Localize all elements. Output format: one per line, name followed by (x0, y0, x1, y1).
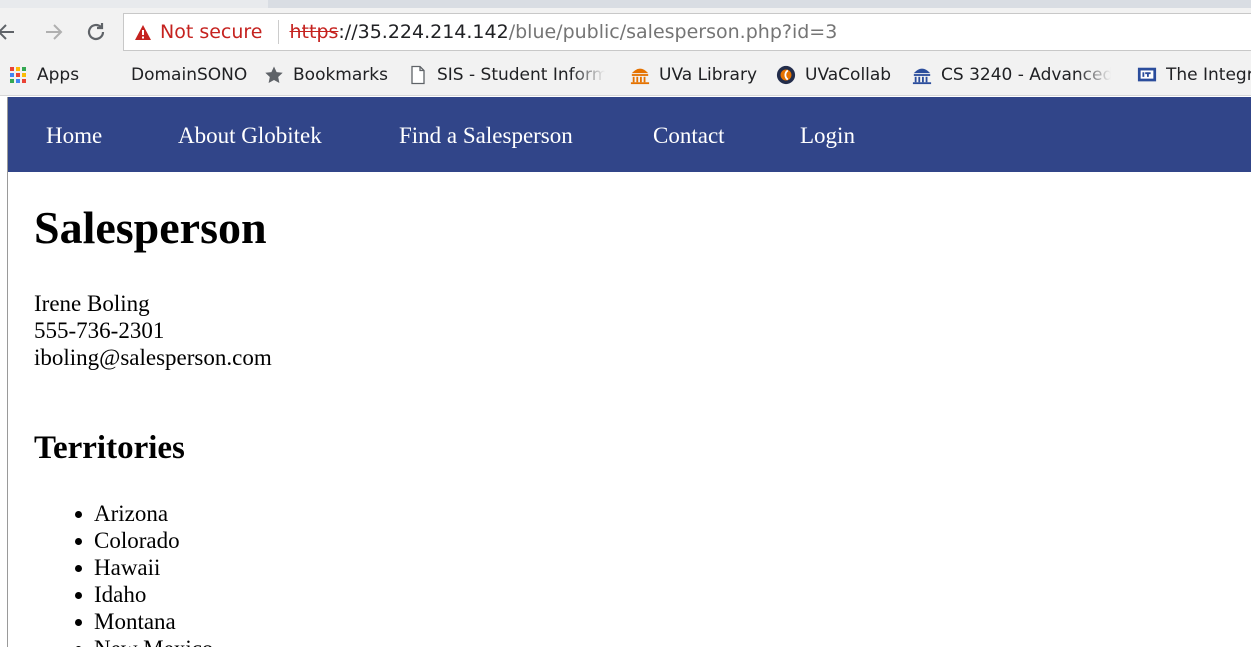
territories-heading: Territories (34, 430, 185, 466)
bookmark-label: DomainSONO (131, 65, 248, 85)
forward-arrow-icon (46, 24, 63, 40)
url-scheme: https (289, 21, 339, 43)
bookmark-label: Bookmarks (293, 65, 388, 85)
apps-grid-icon (10, 67, 26, 83)
bookmarks-bar: Apps DomainSONO Bookmarks SIS - Student … (0, 56, 1251, 96)
its-icon (1137, 67, 1157, 82)
bookmark-label: Apps (37, 65, 80, 85)
bookmark-label: CS 3240 - Advanced S (941, 65, 1111, 85)
salesperson-name: Irene Boling (34, 291, 150, 316)
bookmark-label: UVaCollab (805, 65, 892, 85)
url-host: ://35.224.214.142 (338, 21, 509, 43)
back-button[interactable] (0, 18, 20, 46)
url-path: /blue/public/salesperson.php?id=3 (508, 21, 838, 43)
address-bar[interactable]: Not secure https ://35.224.214.142 /blue… (123, 13, 1251, 51)
collab-icon (776, 65, 796, 85)
warning-triangle-icon (135, 24, 151, 40)
salesperson-phone: 555-736-2301 (34, 318, 165, 343)
territory-item: New Mexico (74, 635, 213, 647)
territory-item: Montana (74, 608, 213, 635)
reload-button[interactable] (82, 18, 110, 46)
territories-list: Arizona Colorado Hawaii Idaho Montana Ne… (74, 500, 213, 647)
omnibox-separator (277, 20, 279, 44)
bookmark-sis[interactable]: SIS - Student Informa (408, 64, 605, 86)
browser-toolbar: Not secure https ://35.224.214.142 /blue… (0, 8, 1251, 56)
security-indicator[interactable]: Not secure (124, 21, 263, 43)
salesperson-email: iboling@salesperson.com (34, 345, 272, 370)
forward-button[interactable] (40, 18, 68, 46)
rotunda-icon (912, 68, 932, 85)
nav-link-login[interactable]: Login (800, 123, 855, 149)
bookmark-uvacollab[interactable]: UVaCollab (776, 64, 891, 86)
star-icon (265, 66, 283, 83)
bookmark-cs3240[interactable]: CS 3240 - Advanced S (912, 64, 1111, 86)
bookmark-uva-library[interactable]: UVa Library (630, 64, 757, 86)
territory-item: Idaho (74, 581, 213, 608)
territory-item: Arizona (74, 500, 213, 527)
nav-link-home[interactable]: Home (46, 123, 102, 149)
library-icon (630, 68, 650, 85)
bookmark-domainsono[interactable]: DomainSONO (131, 64, 247, 86)
bookmark-label: SIS - Student Informa (437, 65, 605, 85)
bookmark-label: The Integr (1166, 65, 1251, 85)
site-nav: Home About Globitek Find a Salesperson C… (8, 97, 1251, 172)
tab-strip (0, 0, 1251, 8)
page-icon (411, 65, 425, 85)
bookmark-label: UVa Library (659, 65, 758, 85)
nav-link-find-salesperson[interactable]: Find a Salesperson (399, 123, 573, 149)
active-tab[interactable] (0, 0, 268, 8)
bookmark-the-integr[interactable]: The Integr (1137, 64, 1251, 86)
security-label: Not secure (160, 21, 263, 43)
territory-item: Hawaii (74, 554, 213, 581)
back-arrow-icon (0, 24, 14, 40)
bookmark-bookmarks[interactable]: Bookmarks (264, 64, 388, 86)
salesperson-info: Irene Boling 555-736-2301 iboling@salesp… (34, 290, 272, 371)
nav-link-contact[interactable]: Contact (653, 123, 725, 149)
web-page: Home About Globitek Find a Salesperson C… (7, 97, 1251, 647)
page-title: Salesperson (34, 202, 267, 253)
nav-link-about[interactable]: About Globitek (178, 123, 322, 149)
territory-item: Colorado (74, 527, 213, 554)
bookmark-apps[interactable]: Apps (8, 64, 79, 86)
reload-icon (87, 23, 105, 41)
